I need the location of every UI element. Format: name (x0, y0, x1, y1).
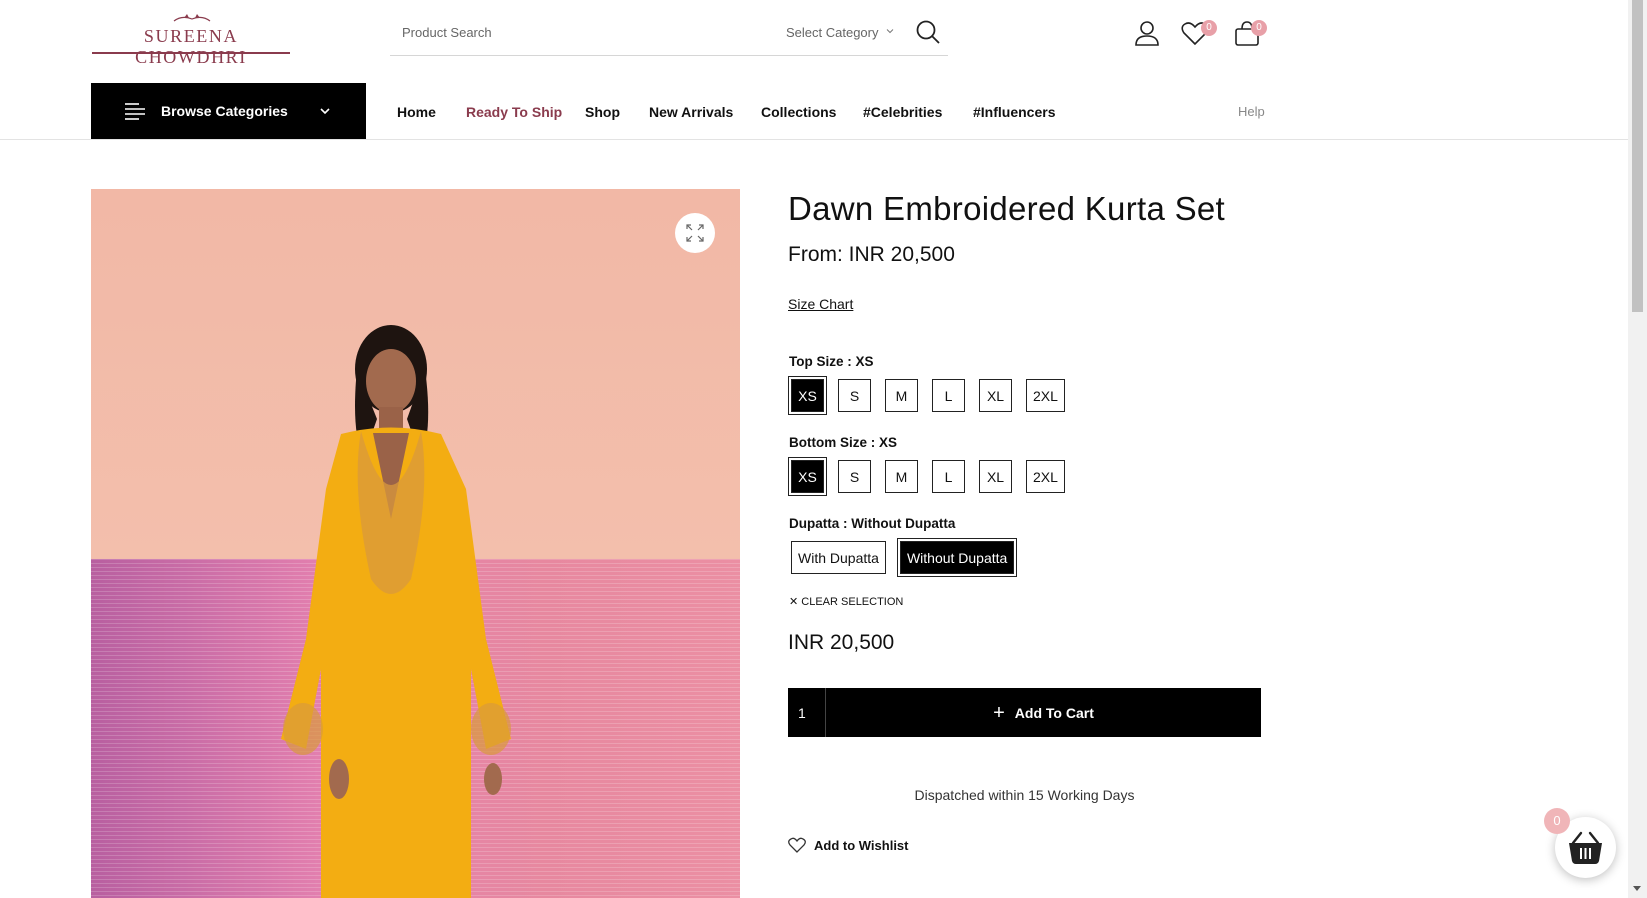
quantity-input[interactable] (788, 688, 826, 737)
brand-logo[interactable]: SUREENA CHOWDHRI (92, 12, 290, 67)
product-title: Dawn Embroidered Kurta Set (788, 190, 1226, 227)
from-price: From: INR 20,500 (788, 243, 955, 266)
top-size-option[interactable]: XL (978, 378, 1013, 413)
nav-home[interactable]: Home (397, 104, 436, 120)
heart-icon (788, 837, 806, 853)
wishlist-count-badge: 0 (1201, 20, 1217, 36)
nav-help[interactable]: Help (1238, 104, 1265, 119)
clear-selection-label: CLEAR SELECTION (801, 596, 904, 608)
category-select[interactable]: Select Category (786, 25, 879, 40)
dupatta-options: With Dupatta Without Dupatta (790, 540, 1016, 575)
plus-icon: + (993, 701, 1005, 724)
nav-collections[interactable]: Collections (761, 104, 836, 120)
dupatta-label: Dupatta : Without Dupatta (789, 516, 956, 531)
browse-categories-label: Browse Categories (161, 103, 288, 119)
clear-selection-link[interactable]: ✕ CLEAR SELECTION (789, 595, 903, 608)
close-icon: ✕ (789, 596, 799, 608)
bottom-size-option[interactable]: 2XL (1025, 459, 1066, 494)
dupatta-option[interactable]: With Dupatta (790, 540, 887, 575)
dupatta-option[interactable]: Without Dupatta (898, 540, 1016, 575)
cart-count-badge: 0 (1251, 20, 1267, 36)
top-size-option[interactable]: S (837, 378, 872, 413)
product-image[interactable] (91, 189, 740, 898)
dispatch-info: Dispatched within 15 Working Days (914, 787, 1135, 803)
menu-icon (125, 103, 145, 120)
add-to-wishlist-link[interactable]: Add to Wishlist (788, 837, 909, 853)
account-icon[interactable] (1132, 18, 1162, 48)
bottom-size-options: XS S M L XL 2XL (790, 459, 1066, 494)
search-input[interactable] (402, 25, 732, 40)
nav-shop[interactable]: Shop (585, 104, 620, 120)
nav-divider (0, 139, 1628, 140)
bottom-size-option[interactable]: M (884, 459, 919, 494)
size-chart-link[interactable]: Size Chart (788, 296, 853, 312)
browse-categories-button[interactable]: Browse Categories (91, 83, 366, 139)
floral-logo-icon (173, 14, 211, 22)
add-to-cart-label: Add To Cart (1014, 704, 1094, 721)
nav-new-arrivals[interactable]: New Arrivals (649, 104, 733, 120)
add-to-cart-row: + Add To Cart (788, 688, 1261, 737)
top-size-label: Top Size : XS (789, 354, 874, 369)
logo-underline (92, 52, 290, 54)
scrollbar-thumb[interactable] (1632, 0, 1643, 312)
bottom-size-option[interactable]: XS (790, 459, 825, 494)
top-size-options: XS S M L XL 2XL (790, 378, 1066, 413)
scroll-down-arrow-icon[interactable] (1633, 886, 1641, 891)
chevron-down-icon (320, 108, 330, 115)
add-to-cart-button[interactable]: + Add To Cart (826, 688, 1261, 737)
nav-influencers[interactable]: #Influencers (973, 104, 1055, 120)
nav-celebrities[interactable]: #Celebrities (863, 104, 942, 120)
page-scrollbar[interactable] (1628, 0, 1647, 898)
bottom-size-option[interactable]: XL (978, 459, 1013, 494)
top-size-option[interactable]: 2XL (1025, 378, 1066, 413)
chevron-down-icon[interactable] (886, 27, 894, 35)
bottom-size-option[interactable]: S (837, 459, 872, 494)
product-page: SUREENA CHOWDHRI Select Category 0 0 (0, 0, 1647, 898)
add-to-wishlist-label: Add to Wishlist (814, 837, 909, 853)
brand-name: SUREENA CHOWDHRI (135, 26, 247, 67)
floating-cart-count: 0 (1544, 808, 1570, 834)
zoom-button[interactable] (675, 213, 715, 253)
bottom-size-option[interactable]: L (931, 459, 966, 494)
search-bar: Select Category (390, 17, 948, 56)
top-size-option[interactable]: XS (790, 378, 825, 413)
top-size-option[interactable]: L (931, 378, 966, 413)
variation-price: INR 20,500 (788, 631, 895, 654)
search-icon[interactable] (914, 18, 942, 46)
top-size-option[interactable]: M (884, 378, 919, 413)
model-figure (281, 325, 511, 898)
bottom-size-label: Bottom Size : XS (789, 435, 898, 450)
nav-ready-to-ship[interactable]: Ready To Ship (466, 104, 562, 120)
expand-icon (686, 224, 704, 242)
